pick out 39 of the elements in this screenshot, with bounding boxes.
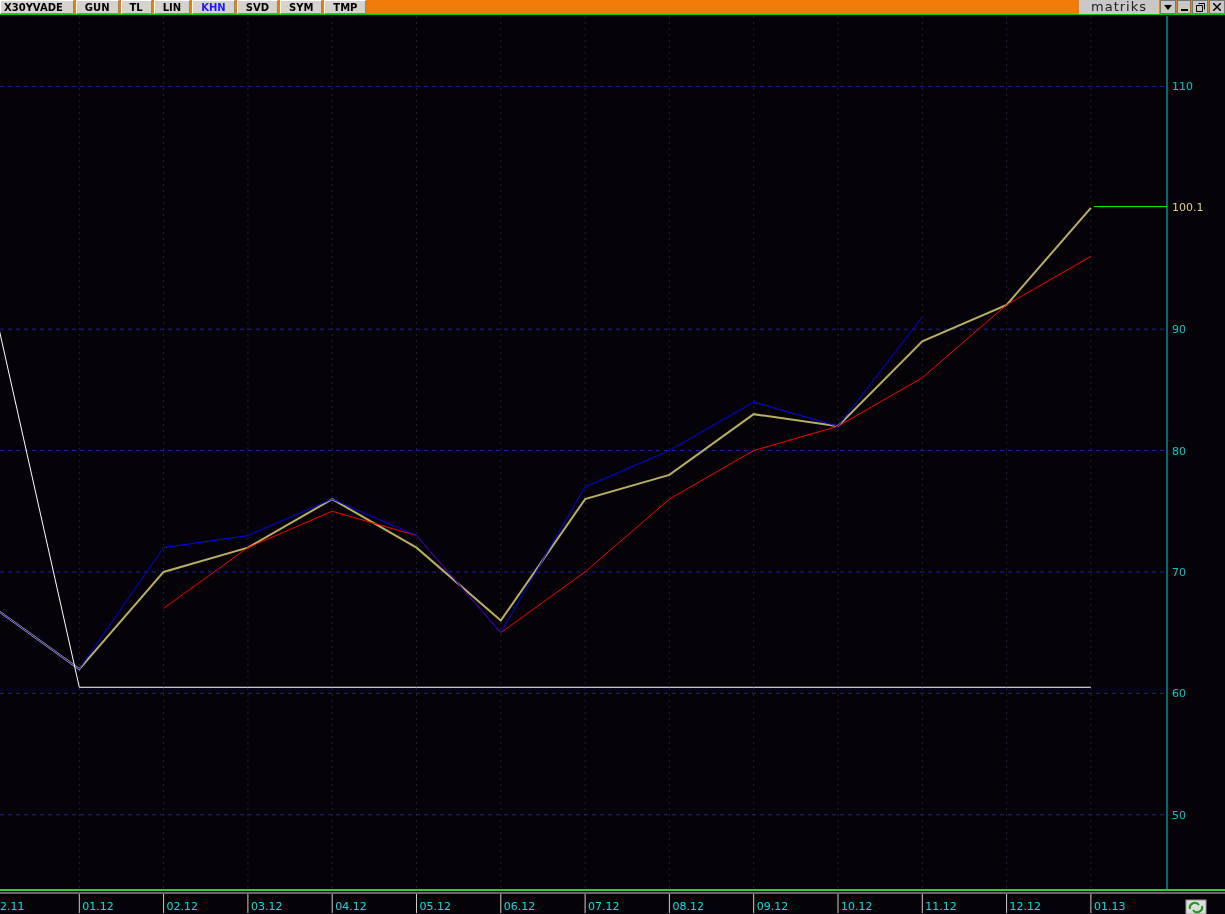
minimize-button[interactable] (1177, 0, 1191, 14)
axis-label: 01.13 (1093, 900, 1126, 913)
close-button[interactable] (1209, 0, 1225, 14)
axis-label: 03.12 (250, 900, 283, 913)
refresh-icon[interactable] (1185, 899, 1207, 914)
toolbar-button[interactable]: LIN (153, 0, 191, 14)
brand-logo: matriks (1079, 0, 1159, 14)
caret-icon (1164, 4, 1172, 10)
axis-label: 08.12 (672, 900, 704, 913)
axis-label: 12.12 (1009, 900, 1042, 913)
axis-label: 60 (1172, 687, 1186, 701)
axis-label: 90 (1172, 323, 1186, 337)
axis-label: 04.12 (335, 900, 367, 913)
axis-label: 01.12 (82, 900, 114, 913)
toolbar-button[interactable]: SYM (279, 0, 323, 14)
axis-label: 07.12 (588, 900, 620, 913)
axis-label: 02.12 (166, 900, 199, 913)
toolbar-button[interactable]: X30YVADE (0, 0, 74, 14)
restore-icon (1195, 2, 1205, 12)
dropdown-button[interactable] (1160, 0, 1176, 14)
last-price-label: 100.1 (1172, 200, 1204, 214)
minimize-icon (1180, 9, 1188, 11)
restore-button[interactable] (1192, 0, 1208, 14)
toolbar-button[interactable]: TMP (324, 0, 367, 14)
axis-label: 2.11 (0, 900, 25, 913)
axis-label: 05.12 (419, 900, 451, 913)
axis-label: 09.12 (756, 900, 789, 913)
close-icon (1213, 3, 1221, 11)
toolbar-button[interactable]: GUN (75, 0, 119, 14)
axis-label: 80 (1172, 444, 1186, 458)
axis-label: 70 (1172, 565, 1186, 579)
axis-label: 10.12 (841, 900, 873, 913)
axis-label: 06.12 (503, 900, 536, 913)
axis-label: 11.12 (925, 900, 957, 913)
toolbar-button[interactable]: SVD (236, 0, 278, 14)
axis-label: 110 (1172, 80, 1193, 94)
axis-label: 50 (1172, 808, 1186, 822)
toolbar-button[interactable]: KHN (192, 0, 235, 14)
toolbar-button[interactable]: TL (120, 0, 152, 14)
